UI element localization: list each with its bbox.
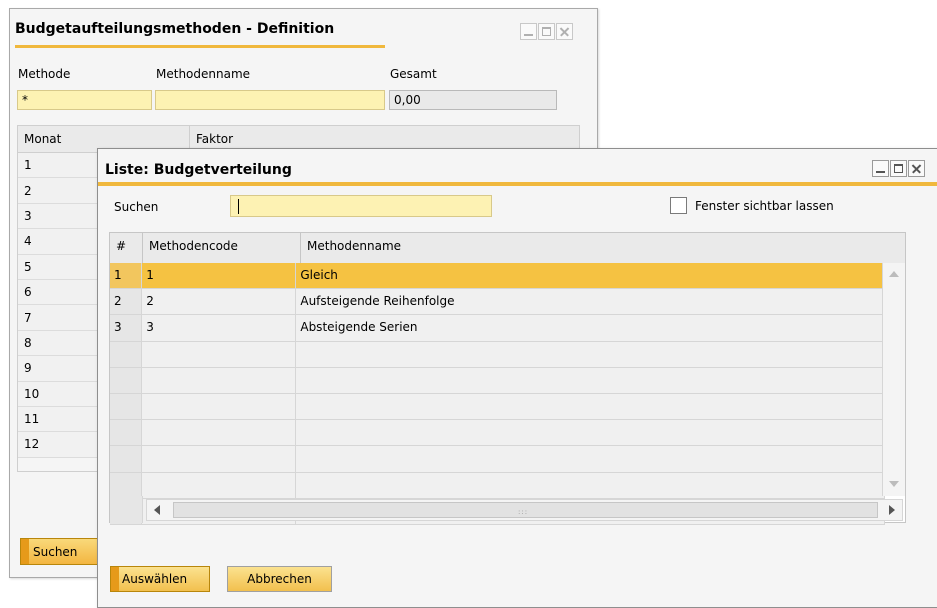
- empty-table-row: [110, 367, 885, 394]
- column-header-method-code[interactable]: Methodencode: [143, 233, 301, 263]
- method-name-cell: Aufsteigende Reihenfolge: [296, 289, 885, 315]
- empty-table-row: [110, 341, 885, 368]
- dialog-title: Liste: Budgetverteilung: [105, 162, 292, 178]
- maximize-icon[interactable]: [538, 23, 555, 40]
- minimize-icon[interactable]: [520, 23, 537, 40]
- method-list-table: # Methodencode Methodenname 1 1 Gleich 2…: [109, 232, 906, 525]
- grip-icon: :::: [518, 508, 529, 516]
- table-corner: [110, 496, 143, 523]
- table-row[interactable]: 3 3 Absteigende Serien: [110, 315, 885, 342]
- window-controls: [520, 23, 573, 40]
- month-cell: 10: [24, 386, 40, 401]
- close-icon[interactable]: [908, 160, 925, 177]
- method-name-cell: Gleich: [296, 263, 885, 289]
- empty-table-row: [110, 472, 885, 499]
- search-button-label: Suchen: [33, 544, 78, 559]
- text-caret: [238, 199, 239, 214]
- month-cell: 2: [24, 183, 32, 198]
- scroll-up-icon[interactable]: [889, 271, 899, 277]
- dialog-accent-bar: [98, 182, 937, 186]
- cancel-button-label: Abbrechen: [247, 572, 312, 586]
- keep-window-visible-checkbox[interactable]: [670, 197, 687, 214]
- close-icon[interactable]: [556, 23, 573, 40]
- empty-table-row: [110, 446, 885, 473]
- table-header: # Methodencode Methodenname: [110, 233, 905, 264]
- horizontal-scrollbar[interactable]: :::: [146, 499, 903, 521]
- title-accent-bar: [15, 45, 385, 48]
- month-cell: 8: [24, 335, 32, 350]
- button-accent: [111, 567, 119, 591]
- month-cell: 6: [24, 285, 32, 300]
- column-header-number[interactable]: #: [110, 233, 143, 263]
- method-code-cell: 3: [142, 315, 297, 341]
- method-code-cell: 2: [142, 289, 297, 315]
- scroll-left-icon[interactable]: [154, 505, 160, 515]
- choose-button[interactable]: Auswählen: [110, 566, 210, 592]
- vertical-scrollbar[interactable]: [882, 263, 905, 496]
- search-button[interactable]: Suchen: [20, 538, 100, 565]
- method-label: Methode: [18, 67, 71, 81]
- search-input[interactable]: [230, 195, 492, 217]
- month-cell: 3: [24, 208, 32, 223]
- empty-table-row: [110, 420, 885, 447]
- choose-button-label: Auswählen: [122, 572, 188, 586]
- table-row[interactable]: 1 1 Gleich: [110, 263, 885, 290]
- dialog-titlebar[interactable]: Liste: Budgetverteilung: [98, 149, 937, 185]
- search-label: Suchen: [114, 200, 159, 214]
- month-cell: 11: [24, 412, 40, 427]
- total-field: 0,00: [389, 90, 557, 110]
- table-row[interactable]: 2 2 Aufsteigende Reihenfolge: [110, 289, 885, 316]
- scroll-down-icon[interactable]: [889, 481, 899, 487]
- row-number-cell: 2: [110, 289, 143, 315]
- month-cell: 4: [24, 234, 32, 249]
- row-number-cell: 1: [110, 263, 143, 289]
- total-label: Gesamt: [390, 67, 437, 81]
- method-name-label: Methodenname: [156, 67, 251, 81]
- maximize-icon[interactable]: [890, 160, 907, 177]
- window-title: Budgetaufteilungsmethoden - Definition: [15, 21, 335, 37]
- empty-table-row: [110, 393, 885, 421]
- method-field[interactable]: *: [17, 90, 152, 110]
- dialog-window-controls: [872, 160, 925, 177]
- table-body: 1 1 Gleich 2 2 Aufsteigende Reihenfolge …: [110, 263, 885, 525]
- cancel-button[interactable]: Abbrechen: [227, 566, 332, 592]
- column-header-method-name[interactable]: Methodenname: [301, 233, 905, 263]
- scrollbar-thumb[interactable]: :::: [173, 502, 878, 518]
- row-number-cell: 3: [110, 315, 143, 341]
- method-code-cell: 1: [142, 263, 297, 289]
- month-cell: 12: [24, 437, 40, 452]
- month-cell: 7: [24, 310, 32, 325]
- minimize-icon[interactable]: [872, 160, 889, 177]
- window-titlebar[interactable]: Budgetaufteilungsmethoden - Definition: [10, 9, 597, 49]
- budget-distribution-list-dialog: Liste: Budgetverteilung Suchen Fenster s…: [97, 148, 937, 608]
- month-cell: 5: [24, 259, 32, 274]
- month-cell: 9: [24, 361, 32, 376]
- month-cell: 1: [24, 158, 32, 173]
- method-name-cell: Absteigende Serien: [296, 315, 885, 341]
- button-accent: [21, 539, 29, 564]
- keep-window-visible-label: Fenster sichtbar lassen: [695, 199, 834, 213]
- method-name-field[interactable]: [155, 90, 385, 110]
- scroll-right-icon[interactable]: [889, 505, 895, 515]
